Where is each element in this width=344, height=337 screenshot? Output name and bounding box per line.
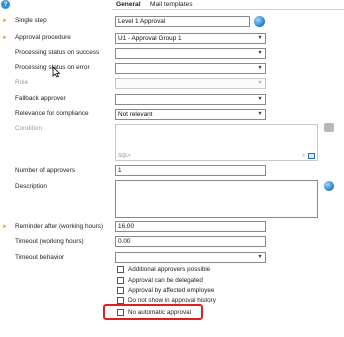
checkbox-label: Additional approvers possible xyxy=(128,266,211,273)
chevron-down-icon[interactable]: ▼ xyxy=(257,253,263,262)
checkbox-label: Approval by affected employee xyxy=(128,287,215,294)
condition-label: Condition xyxy=(15,125,43,132)
processing-status-success-label: Processing status on success xyxy=(15,49,100,56)
description-textarea[interactable] xyxy=(115,180,318,218)
sql-label: SQL xyxy=(118,153,129,159)
number-of-approvers-input[interactable]: 1 xyxy=(115,165,266,176)
scroll-right-icon: > xyxy=(302,153,305,159)
checkbox-label: Approval can be delegated xyxy=(128,277,203,284)
highlight-annotation xyxy=(103,304,203,320)
chevron-down-icon[interactable]: ▼ xyxy=(257,49,263,58)
role-select: ▼ xyxy=(115,78,266,89)
approval-procedure-label: Approval procedure xyxy=(15,34,71,41)
mouse-cursor-icon xyxy=(52,66,61,78)
single-step-input[interactable]: Level 1 Approval xyxy=(115,16,250,27)
number-of-approvers-label: Number of approvers xyxy=(15,167,76,174)
expression-editor-icon[interactable] xyxy=(308,153,315,159)
processing-status-error-select[interactable]: ▼ xyxy=(115,63,266,74)
description-label: Description xyxy=(15,183,47,190)
do-not-show-in-history-checkbox[interactable] xyxy=(117,297,124,304)
timeout-behavior-label: Timeout behavior xyxy=(15,254,65,261)
scroll-left-icon: < xyxy=(128,153,131,159)
translate-globe-icon[interactable] xyxy=(324,181,334,191)
fallback-approver-select[interactable]: ▼ xyxy=(115,94,266,105)
chevron-down-icon[interactable]: ▼ xyxy=(257,95,263,104)
timeout-label: Timeout (working hours) xyxy=(15,238,84,245)
relevance-compliance-select[interactable]: Not relevant ▼ xyxy=(115,109,266,120)
condition-editor: SQL < > xyxy=(115,124,318,161)
reminder-after-label: Reminder after (working hours) xyxy=(15,223,104,230)
chevron-down-icon[interactable]: ▼ xyxy=(257,110,263,119)
condition-sql-bar: SQL < > xyxy=(116,152,317,160)
tab-divider xyxy=(112,9,344,10)
chevron-down-icon[interactable]: ▼ xyxy=(257,64,263,73)
timeout-input[interactable]: 0.00 xyxy=(115,236,266,247)
role-label: Role xyxy=(15,79,29,86)
approval-procedure-value: U1 - Approval Group 1 xyxy=(118,35,182,42)
required-marker-icon: ► xyxy=(2,18,8,24)
additional-approvers-checkbox[interactable] xyxy=(117,266,124,273)
processing-status-success-select[interactable]: ▼ xyxy=(115,48,266,59)
timeout-behavior-select[interactable]: ▼ xyxy=(115,252,266,263)
condition-wizard-icon xyxy=(324,123,334,132)
reminder-after-input[interactable]: 16.00 xyxy=(115,221,266,232)
help-icon[interactable]: ? xyxy=(1,0,10,9)
relevance-compliance-value: Not relevant xyxy=(118,111,153,118)
relevance-compliance-label: Relevance for compliance xyxy=(15,110,89,117)
fallback-approver-label: Fallback approver xyxy=(15,95,66,102)
translate-globe-icon[interactable] xyxy=(254,16,265,27)
chevron-down-icon[interactable]: ▼ xyxy=(257,34,263,43)
required-marker-icon: ► xyxy=(2,35,8,41)
approval-procedure-select[interactable]: U1 - Approval Group 1 ▼ xyxy=(115,33,266,44)
approval-can-be-delegated-checkbox[interactable] xyxy=(117,277,124,284)
approval-by-affected-employee-checkbox[interactable] xyxy=(117,287,124,294)
chevron-down-icon: ▼ xyxy=(257,80,263,86)
required-marker-icon: ► xyxy=(2,224,8,230)
single-step-label: Single step xyxy=(15,17,47,24)
